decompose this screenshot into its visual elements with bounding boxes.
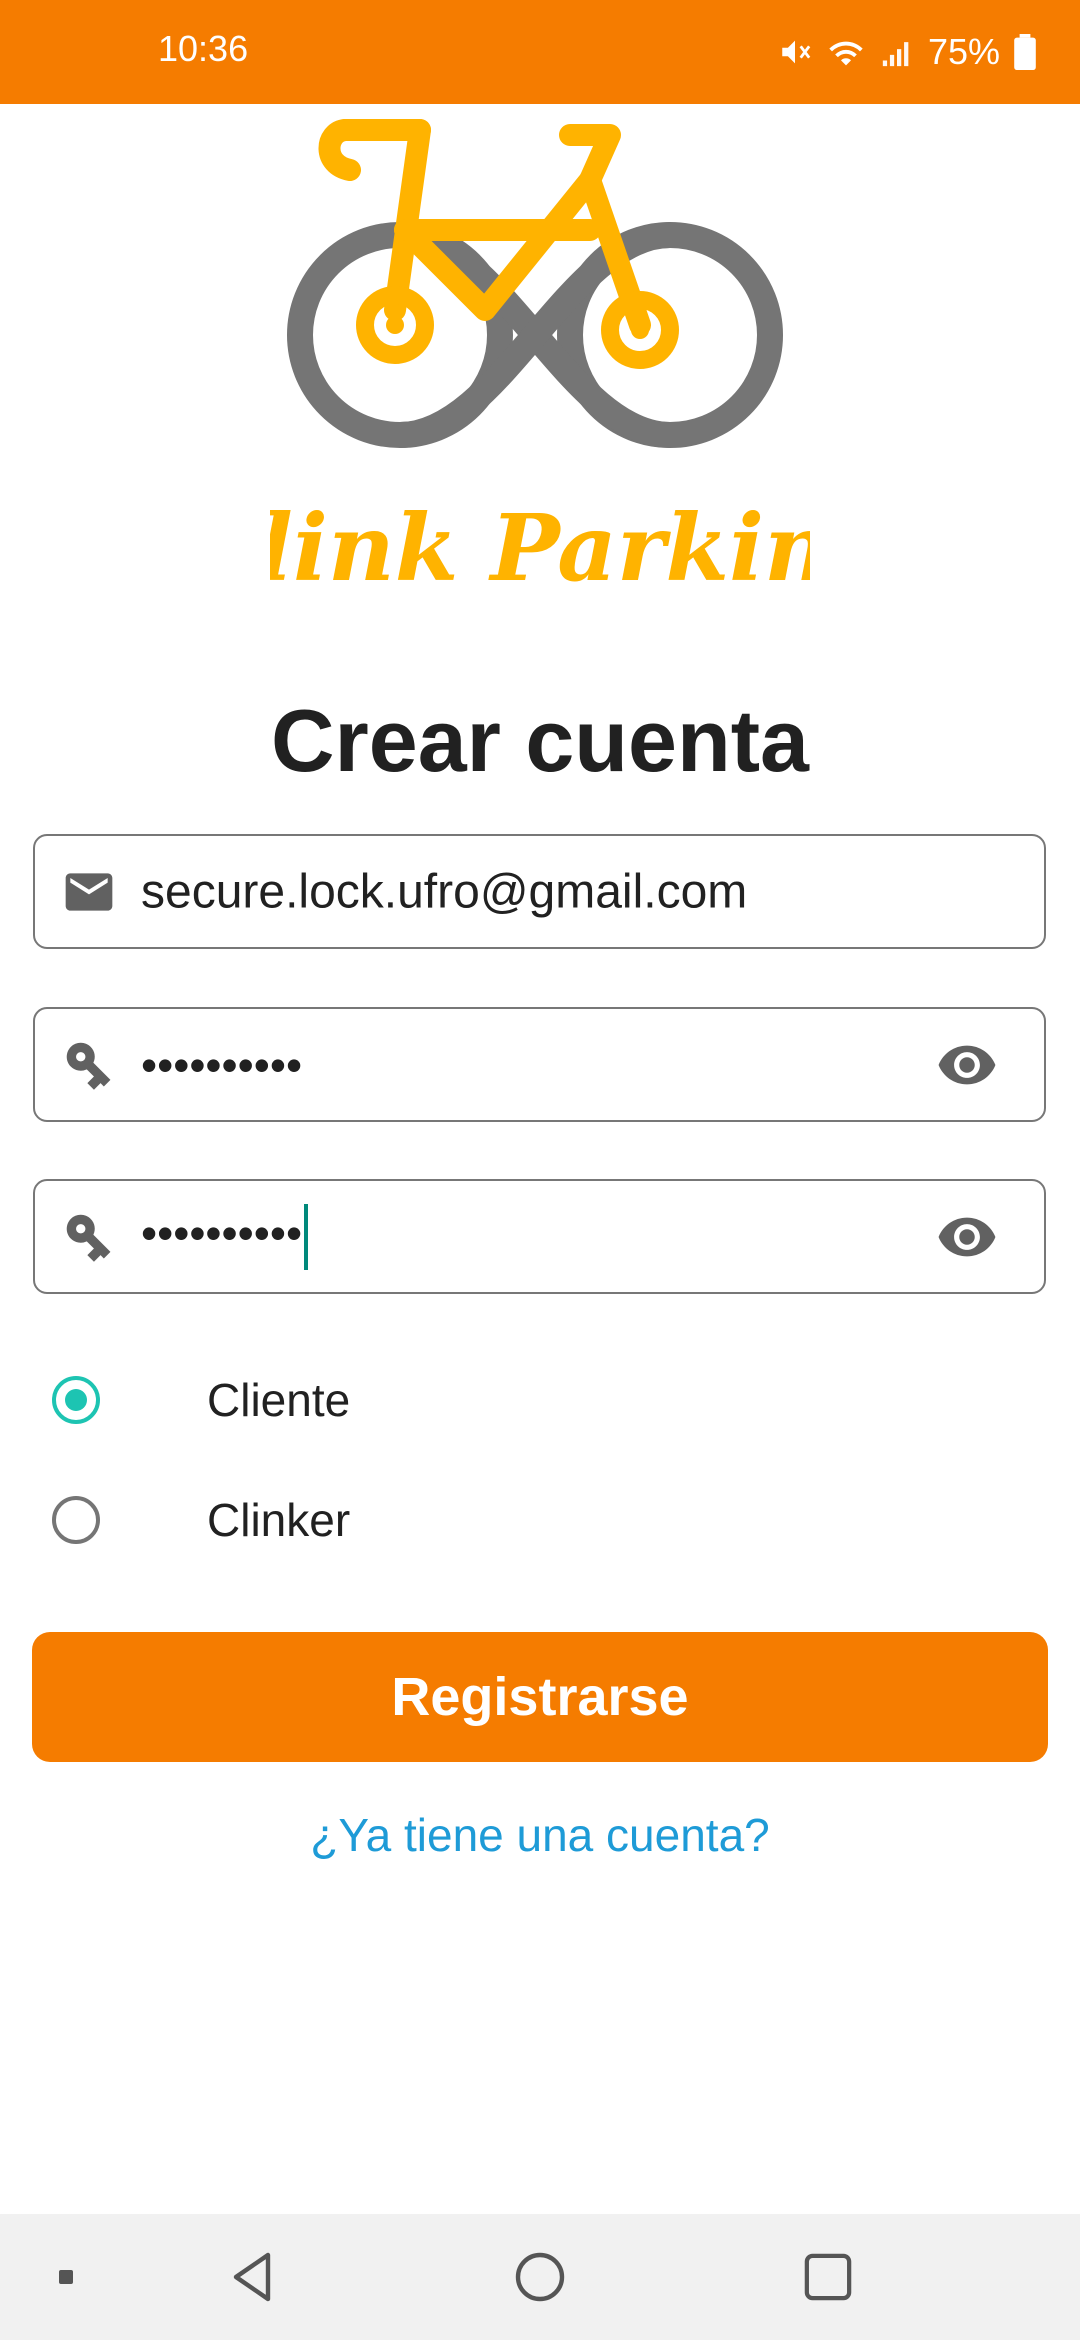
key-icon <box>66 1214 111 1262</box>
password-value: •••••••••• <box>141 1038 303 1091</box>
home-icon[interactable] <box>514 2251 566 2303</box>
mute-icon <box>782 40 811 64</box>
status-bar: 10:36 75% <box>0 0 1080 104</box>
confirm-password-value-wrap: •••••••••• <box>141 1203 309 1270</box>
eye-icon[interactable] <box>936 1206 998 1268</box>
radio-label-clinker: Clinker <box>207 1494 351 1546</box>
login-link[interactable]: ¿Ya tiene una cuenta? <box>0 1808 1080 1862</box>
wifi-icon <box>829 41 863 66</box>
eye-icon[interactable] <box>936 1034 998 1096</box>
confirm-password-field[interactable]: •••••••••• <box>33 1179 1046 1294</box>
battery-percentage: 75% <box>927 31 1000 72</box>
radio-button-clinker[interactable] <box>52 1496 100 1544</box>
radio-label-cliente: Cliente <box>207 1374 351 1426</box>
back-icon[interactable] <box>228 2250 276 2304</box>
radio-button-cliente[interactable] <box>52 1376 100 1424</box>
email-field[interactable]: secure.lock.ufro@gmail.com <box>33 834 1046 949</box>
register-button[interactable]: Registrarse <box>32 1632 1048 1762</box>
signal-icon <box>882 42 909 67</box>
email-value: secure.lock.ufro@gmail.com <box>141 865 748 918</box>
status-icons: 75% <box>778 26 1036 78</box>
status-time: 10:36 <box>158 28 249 69</box>
key-icon <box>66 1042 111 1090</box>
battery-icon <box>1014 34 1036 70</box>
navigation-bar <box>0 2214 1080 2340</box>
overview-icon[interactable] <box>803 2252 853 2302</box>
password-field[interactable]: •••••••••• <box>33 1007 1046 1122</box>
radio-option-clinker[interactable]: Clinker <box>52 1490 350 1550</box>
recents-dot-icon[interactable] <box>56 2267 76 2287</box>
page-title: Crear cuenta <box>270 691 809 790</box>
mail-icon <box>65 872 113 911</box>
clink-parking-logo: Clink Parking <box>270 119 810 602</box>
confirm-password-value: •••••••••• <box>141 1206 303 1259</box>
text-cursor <box>304 1203 309 1270</box>
radio-option-cliente[interactable]: Cliente <box>52 1370 350 1430</box>
logo-text: Clink Parking <box>270 494 810 602</box>
